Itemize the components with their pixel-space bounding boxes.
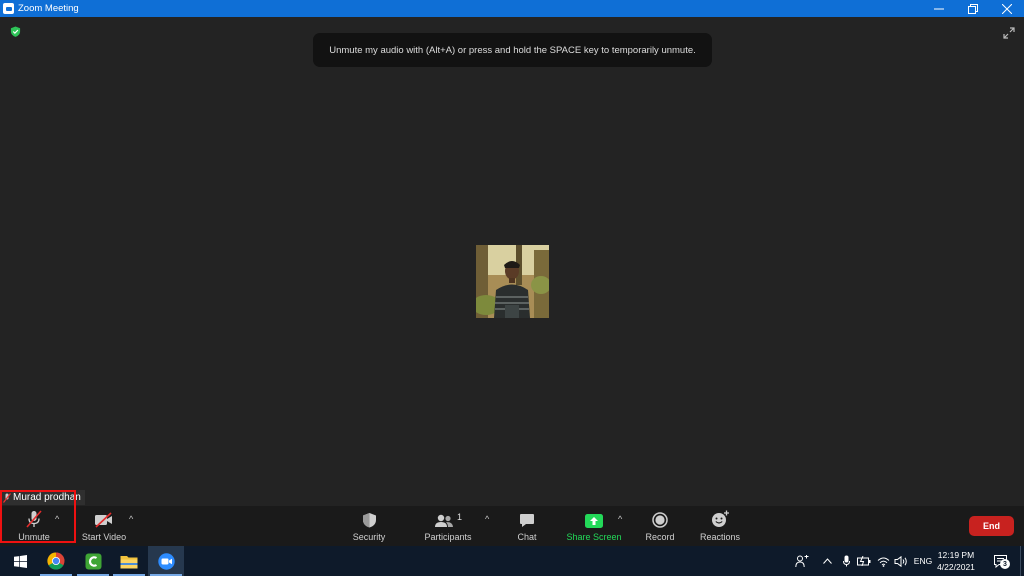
meeting-video-area: Unmute my audio with (Alt+A) or press an… <box>0 17 1024 506</box>
windows-start-button[interactable] <box>2 546 38 576</box>
restore-button[interactable] <box>956 0 990 17</box>
reactions-label: Reactions <box>699 532 741 542</box>
participants-icon <box>434 514 453 527</box>
windows-taskbar: ENG 12:19 PM 4/22/2021 3 <box>0 546 1024 576</box>
record-label: Record <box>645 532 675 542</box>
unmute-highlight-box <box>0 490 76 543</box>
chat-button[interactable]: Chat <box>510 506 544 546</box>
start-video-button[interactable]: Start Video <box>78 506 130 546</box>
speaker-icon <box>894 555 907 567</box>
reactions-emoji-icon <box>711 510 729 527</box>
windows-logo-icon <box>13 554 27 568</box>
taskbar-file-explorer[interactable] <box>111 546 147 576</box>
battery-charging-icon <box>857 556 871 566</box>
clock-date: 4/22/2021 <box>937 562 975 572</box>
share-screen-icon <box>585 514 603 528</box>
end-meeting-button[interactable]: End <box>969 516 1014 536</box>
wifi-icon <box>877 557 889 567</box>
participants-button[interactable]: 1 Participants <box>422 506 474 546</box>
tray-microphone[interactable] <box>839 546 853 576</box>
participants-label: Participants <box>424 532 472 542</box>
window-controls <box>922 0 1024 17</box>
participants-count: 1 <box>456 512 462 522</box>
taskbar-camtasia[interactable] <box>75 546 111 576</box>
participants-options-caret-icon[interactable]: ^ <box>485 514 489 524</box>
tray-people[interactable] <box>791 546 813 576</box>
folder-icon <box>120 555 138 568</box>
tray-action-center[interactable]: 3 <box>990 546 1012 576</box>
window-title: Zoom Meeting <box>18 3 79 14</box>
chrome-icon <box>47 552 65 570</box>
show-desktop-button[interactable] <box>1020 546 1024 576</box>
close-icon <box>1002 3 1012 14</box>
close-button[interactable] <box>990 0 1024 17</box>
fullscreen-icon[interactable] <box>1003 27 1015 39</box>
tray-battery[interactable] <box>856 546 872 576</box>
record-button[interactable]: Record <box>641 506 679 546</box>
title-bar: Zoom Meeting <box>0 0 1024 17</box>
participant-avatar <box>476 245 549 318</box>
zoom-window: Zoom Meeting Unmute my audio with (Alt+A… <box>0 0 1024 576</box>
minimize-icon <box>934 8 944 9</box>
share-options-caret-icon[interactable]: ^ <box>618 514 622 524</box>
tray-wifi[interactable] <box>876 546 890 576</box>
meeting-toolbar: Unmute ^ Start Video ^ Security 1 Partic… <box>0 506 1024 546</box>
zoom-app-icon <box>3 3 14 14</box>
encryption-shield-icon[interactable] <box>10 26 21 37</box>
taskbar-zoom[interactable] <box>148 546 184 576</box>
minimize-button[interactable] <box>922 0 956 17</box>
share-screen-label: Share Screen <box>566 532 622 542</box>
reactions-button[interactable]: Reactions <box>697 506 743 546</box>
security-button[interactable]: Security <box>350 506 388 546</box>
taskbar-chrome[interactable] <box>38 546 74 576</box>
security-label: Security <box>352 532 386 542</box>
restore-icon <box>968 3 978 14</box>
tray-language[interactable]: ENG <box>911 546 935 576</box>
notification-count-badge: 3 <box>1000 559 1010 569</box>
tray-clock[interactable]: 12:19 PM 4/22/2021 <box>934 549 978 573</box>
chat-label: Chat <box>517 532 537 542</box>
camtasia-icon <box>85 553 101 569</box>
unmute-tooltip: Unmute my audio with (Alt+A) or press an… <box>313 33 712 67</box>
tray-overflow-chevron-icon[interactable] <box>820 546 834 576</box>
video-options-caret-icon[interactable]: ^ <box>129 514 133 524</box>
share-screen-button[interactable]: Share Screen <box>565 506 623 546</box>
video-off-icon <box>95 512 112 528</box>
record-icon <box>652 512 668 528</box>
people-icon <box>795 554 809 567</box>
tray-volume[interactable] <box>893 546 909 576</box>
start-video-label: Start Video <box>81 532 127 542</box>
clock-time: 12:19 PM <box>937 550 975 560</box>
chat-bubble-icon <box>520 514 534 527</box>
microphone-icon <box>842 555 850 567</box>
zoom-icon <box>157 552 175 570</box>
security-shield-icon <box>362 513 376 528</box>
